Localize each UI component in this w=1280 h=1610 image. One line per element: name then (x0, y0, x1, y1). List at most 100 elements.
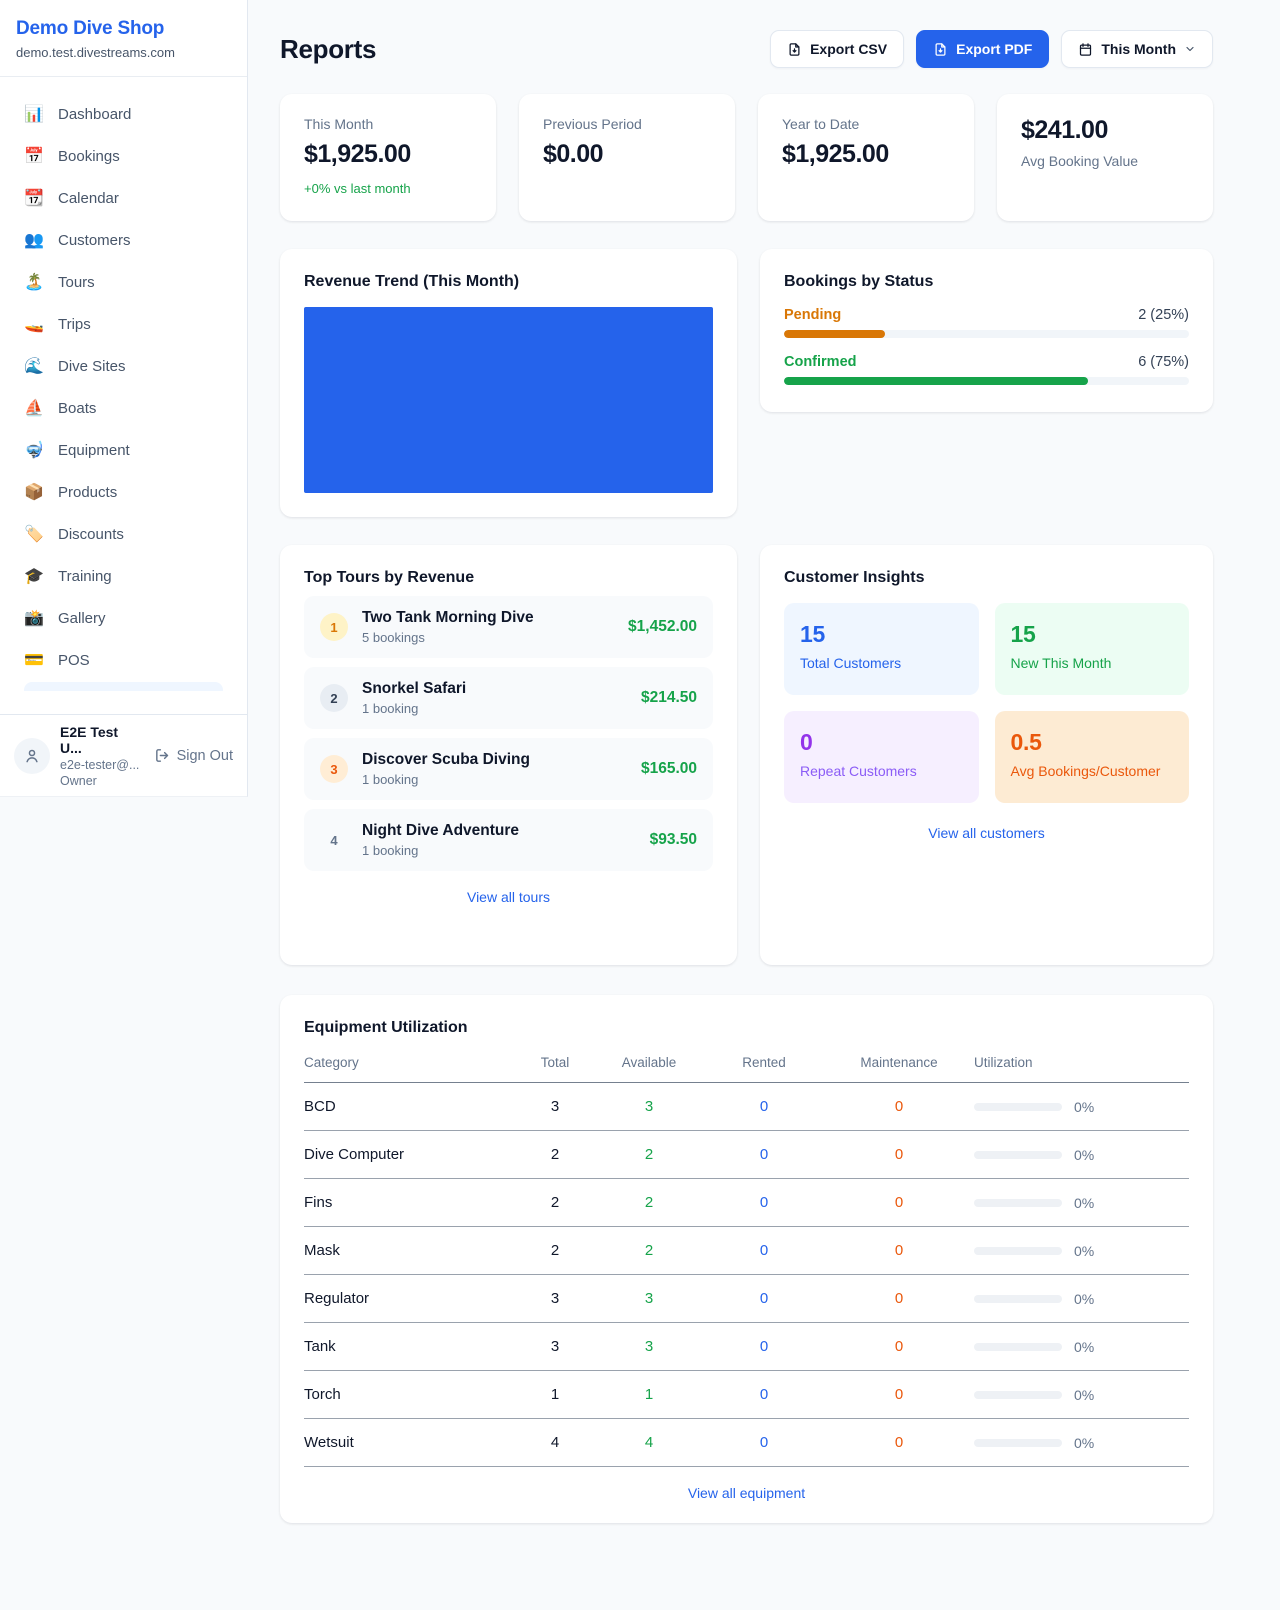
stat-card-avg-booking-value: $241.00 Avg Booking Value (997, 94, 1213, 221)
available-count: 3 (594, 1290, 704, 1307)
user-name: E2E Test U... (60, 724, 144, 756)
export-csv-label: Export CSV (810, 41, 887, 57)
people-icon: 👥 (24, 230, 44, 250)
bookings-by-status-card: Bookings by Status Pending 2 (25%) Confi… (760, 249, 1213, 412)
tile-avg-bookings-customer: 0.5 Avg Bookings/Customer (995, 711, 1190, 803)
sidebar-item-dashboard[interactable]: 📊 Dashboard (10, 93, 237, 135)
utilization-cell: 0% (974, 1435, 1189, 1451)
export-pdf-button[interactable]: Export PDF (916, 30, 1049, 68)
sidebar-item-discounts[interactable]: 🏷️ Discounts (10, 513, 237, 555)
total-count: 2 (516, 1146, 594, 1163)
sign-out-button[interactable]: Sign Out (154, 747, 233, 764)
sidebar-item-training[interactable]: 🎓 Training (10, 555, 237, 597)
sidebar-item-pos[interactable]: 💳 POS (10, 639, 237, 681)
sidebar-item-equipment[interactable]: 🤿 Equipment (10, 429, 237, 471)
tile-value: 0 (800, 729, 963, 756)
rank-badge: 2 (320, 684, 348, 712)
maintenance-count: 0 (824, 1338, 974, 1355)
sidebar-item-calendar[interactable]: 📆 Calendar (10, 177, 237, 219)
status-row-pending: Pending 2 (25%) (784, 307, 1189, 338)
tile-value: 15 (800, 621, 963, 648)
stat-label: Avg Booking Value (1021, 153, 1189, 169)
equipment-category: Torch (304, 1386, 516, 1403)
user-role: Owner (60, 774, 144, 788)
progress-fill (784, 330, 885, 338)
status-label: Pending (784, 307, 841, 323)
view-all-tours-link[interactable]: View all tours (304, 889, 713, 905)
rented-count: 0 (704, 1290, 824, 1307)
rented-count: 0 (704, 1098, 824, 1115)
utilization-percent: 0% (1074, 1291, 1094, 1307)
utilization-bar (974, 1151, 1062, 1159)
sidebar-item-tours[interactable]: 🏝️ Tours (10, 261, 237, 303)
page-header: Reports Export CSV Export PDF This Month (280, 30, 1213, 68)
period-select[interactable]: This Month (1061, 30, 1213, 68)
sidebar-item-label: Dive Sites (58, 358, 126, 375)
tour-revenue: $165.00 (641, 760, 697, 778)
export-csv-button[interactable]: Export CSV (770, 30, 904, 68)
utilization-percent: 0% (1074, 1147, 1094, 1163)
column-category: Category (304, 1055, 516, 1070)
total-count: 2 (516, 1194, 594, 1211)
equipment-category: Wetsuit (304, 1434, 516, 1451)
utilization-bar (974, 1439, 1062, 1447)
column-maintenance: Maintenance (824, 1055, 974, 1070)
tile-total-customers: 15 Total Customers (784, 603, 979, 695)
tour-revenue: $214.50 (641, 689, 697, 707)
tag-icon: 🏷️ (24, 524, 44, 544)
sidebar-item-label: Customers (58, 232, 131, 249)
available-count: 1 (594, 1386, 704, 1403)
tile-new-this-month: 15 New This Month (995, 603, 1190, 695)
table-row: Fins 2 2 0 0 0% (304, 1179, 1189, 1227)
total-count: 3 (516, 1290, 594, 1307)
tour-row[interactable]: 2 Snorkel Safari 1 booking $214.50 (304, 667, 713, 729)
available-count: 2 (594, 1194, 704, 1211)
sidebar-item-bookings[interactable]: 📅 Bookings (10, 135, 237, 177)
view-all-equipment-link[interactable]: View all equipment (304, 1485, 1189, 1501)
credit-card-icon: 💳 (24, 650, 44, 670)
tour-row[interactable]: 3 Discover Scuba Diving 1 booking $165.0… (304, 738, 713, 800)
sidebar-item-customers[interactable]: 👥 Customers (10, 219, 237, 261)
available-count: 2 (594, 1146, 704, 1163)
sidebar-item-label: Bookings (58, 148, 120, 165)
sidebar-item-gallery[interactable]: 📸 Gallery (10, 597, 237, 639)
tour-row[interactable]: 4 Night Dive Adventure 1 booking $93.50 (304, 809, 713, 871)
available-count: 3 (594, 1338, 704, 1355)
status-label: Confirmed (784, 354, 857, 370)
customer-insights-title: Customer Insights (784, 569, 1189, 587)
tile-label: Repeat Customers (800, 763, 963, 779)
diving-mask-icon: 🤿 (24, 440, 44, 460)
utilization-cell: 0% (974, 1339, 1189, 1355)
stat-label: Year to Date (782, 116, 950, 132)
tour-revenue: $93.50 (650, 831, 697, 849)
sidebar-item-label: Tours (58, 274, 95, 291)
period-label: This Month (1101, 41, 1176, 57)
sidebar-item-boats[interactable]: ⛵ Boats (10, 387, 237, 429)
table-row: Regulator 3 3 0 0 0% (304, 1275, 1189, 1323)
top-tours-card: Top Tours by Revenue 1 Two Tank Morning … (280, 545, 737, 965)
sidebar-item-label: Boats (58, 400, 96, 417)
total-count: 3 (516, 1338, 594, 1355)
stat-label: Previous Period (543, 116, 711, 132)
tour-revenue: $1,452.00 (628, 618, 697, 636)
graduation-cap-icon: 🎓 (24, 566, 44, 586)
dashboard-chart-icon: 📊 (24, 104, 44, 124)
sidebar-item-trips[interactable]: 🚤 Trips (10, 303, 237, 345)
tile-repeat-customers: 0 Repeat Customers (784, 711, 979, 803)
sidebar-item-reports-partial[interactable] (24, 682, 223, 691)
user-info: E2E Test U... e2e-tester@... Owner (60, 724, 144, 788)
wave-icon: 🌊 (24, 356, 44, 376)
status-value: 6 (75%) (1138, 354, 1189, 370)
stat-value: $1,925.00 (304, 140, 472, 169)
utilization-percent: 0% (1074, 1387, 1094, 1403)
equipment-category: Fins (304, 1194, 516, 1211)
tour-row[interactable]: 1 Two Tank Morning Dive 5 bookings $1,45… (304, 596, 713, 658)
sidebar-item-products[interactable]: 📦 Products (10, 471, 237, 513)
sidebar-item-dive-sites[interactable]: 🌊 Dive Sites (10, 345, 237, 387)
view-all-customers-link[interactable]: View all customers (784, 825, 1189, 841)
table-row: Torch 1 1 0 0 0% (304, 1371, 1189, 1419)
status-row-confirmed: Confirmed 6 (75%) (784, 354, 1189, 385)
speedboat-icon: 🚤 (24, 314, 44, 334)
rented-count: 0 (704, 1194, 824, 1211)
utilization-bar (974, 1247, 1062, 1255)
